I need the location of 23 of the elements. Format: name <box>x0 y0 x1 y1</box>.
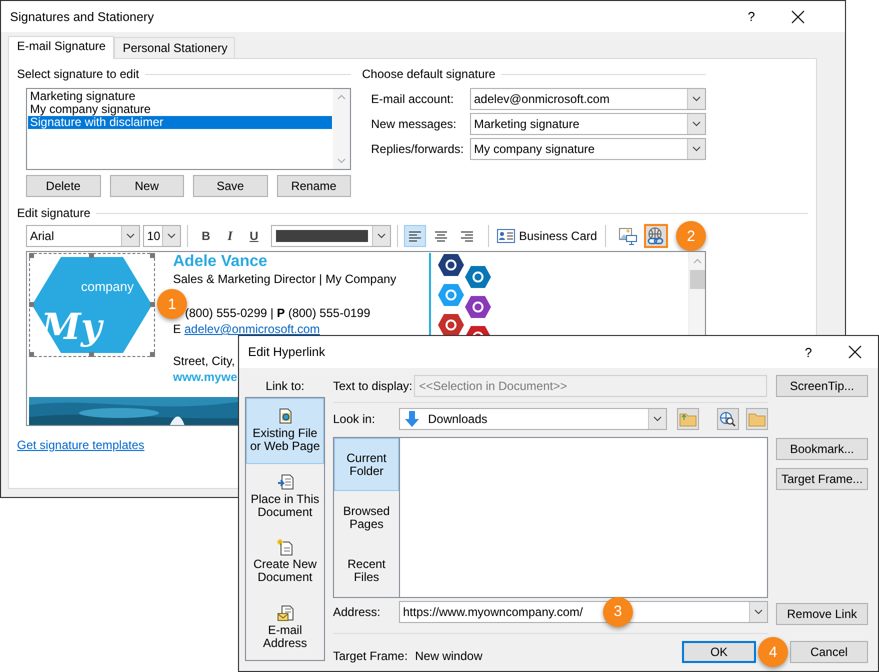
logo-text: company <box>81 279 134 294</box>
field-label: Replies/forwards: <box>371 142 465 156</box>
callout-badge: 1 <box>157 289 187 319</box>
field-label: Address: <box>333 604 382 618</box>
window-title: Edit Hyperlink <box>248 345 326 359</box>
field-label: New messages: <box>371 117 458 131</box>
field-label: Target Frame: <box>333 649 409 663</box>
job-title: Sales & Marketing Director | My Company <box>173 271 398 287</box>
group-heading: Choose default signature <box>362 67 496 81</box>
field-value: New window <box>415 649 482 663</box>
email-label: E <box>173 322 182 336</box>
group-heading: Edit signature <box>17 206 90 220</box>
callout-badge: 3 <box>602 596 633 626</box>
field-label: Text to display: <box>333 379 414 393</box>
person-name: Adele Vance <box>173 253 268 271</box>
field-label: Link to: <box>264 379 306 393</box>
field-label: E-mail account: <box>371 92 455 106</box>
group-heading: Select signature to edit <box>17 67 140 81</box>
field-label: Look in: <box>333 412 376 426</box>
callout-badge: 2 <box>676 221 706 251</box>
callout-badge: 4 <box>758 637 788 667</box>
phone-numbers: (800) 555-0299 | P (800) 555-0199 <box>184 305 372 321</box>
window-title: Signatures and Stationery <box>10 10 155 24</box>
